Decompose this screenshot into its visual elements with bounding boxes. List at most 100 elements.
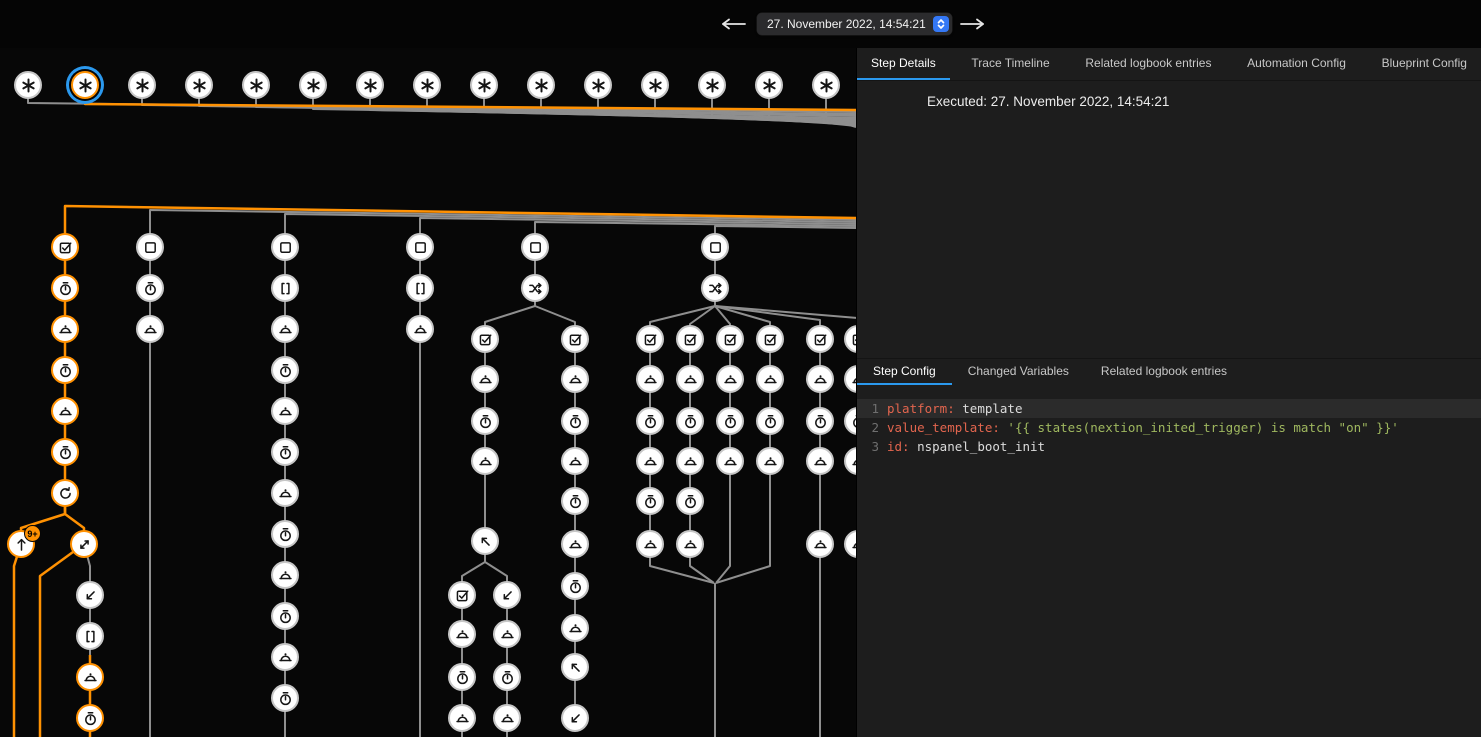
- node-condition[interactable]: [716, 325, 744, 353]
- node-trigger[interactable]: [356, 71, 384, 99]
- node-service[interactable]: [561, 447, 589, 475]
- node-trigger[interactable]: [185, 71, 213, 99]
- node-timer[interactable]: [271, 356, 299, 384]
- node-square[interactable]: [406, 233, 434, 261]
- node-trigger[interactable]: [584, 71, 612, 99]
- node-service[interactable]: [676, 365, 704, 393]
- node-trigger[interactable]: [128, 71, 156, 99]
- node-condition[interactable]: [51, 233, 79, 261]
- node-trigger[interactable]: [71, 71, 99, 99]
- node-service[interactable]: [448, 704, 476, 732]
- tab-trace-timeline[interactable]: Trace Timeline: [957, 48, 1063, 80]
- node-trigger[interactable]: [527, 71, 555, 99]
- node-service[interactable]: [471, 447, 499, 475]
- tab-step-details[interactable]: Step Details: [857, 48, 950, 80]
- node-trigger[interactable]: [413, 71, 441, 99]
- node-service[interactable]: [136, 315, 164, 343]
- subtab-related-logbook-entries[interactable]: Related logbook entries: [1085, 359, 1243, 385]
- node-service[interactable]: [51, 315, 79, 343]
- node-timer[interactable]: [493, 663, 521, 691]
- node-brackets[interactable]: [271, 274, 299, 302]
- node-timer[interactable]: [561, 407, 589, 435]
- tab-blueprint-config[interactable]: Blueprint Config: [1368, 48, 1481, 80]
- node-square[interactable]: [271, 233, 299, 261]
- node-service[interactable]: [271, 479, 299, 507]
- node-timer[interactable]: [471, 407, 499, 435]
- node-timer[interactable]: [51, 356, 79, 384]
- node-service[interactable]: [636, 447, 664, 475]
- node-timer[interactable]: [51, 438, 79, 466]
- trace-selector[interactable]: 27. November 2022, 14:54:21: [757, 13, 952, 35]
- node-condition[interactable]: [676, 325, 704, 353]
- node-service[interactable]: [636, 365, 664, 393]
- node-service[interactable]: [51, 397, 79, 425]
- tab-automation-config[interactable]: Automation Config: [1233, 48, 1360, 80]
- node-square[interactable]: [136, 233, 164, 261]
- node-arrow-ul[interactable]: [471, 527, 499, 555]
- node-brackets[interactable]: [76, 622, 104, 650]
- node-trigger[interactable]: [299, 71, 327, 99]
- node-trigger[interactable]: [755, 71, 783, 99]
- node-timer[interactable]: [716, 407, 744, 435]
- node-square[interactable]: [521, 233, 549, 261]
- node-service[interactable]: [493, 704, 521, 732]
- node-condition[interactable]: [636, 325, 664, 353]
- node-service[interactable]: [493, 620, 521, 648]
- node-timer[interactable]: [636, 407, 664, 435]
- node-repeat[interactable]: [51, 479, 79, 507]
- node-service[interactable]: [561, 530, 589, 558]
- node-timer[interactable]: [76, 704, 104, 732]
- node-service[interactable]: [561, 365, 589, 393]
- node-trigger[interactable]: [14, 71, 42, 99]
- node-service[interactable]: [471, 365, 499, 393]
- node-timer[interactable]: [676, 487, 704, 515]
- node-service[interactable]: [448, 620, 476, 648]
- node-trigger[interactable]: [641, 71, 669, 99]
- node-timer[interactable]: [806, 407, 834, 435]
- node-timer[interactable]: [271, 520, 299, 548]
- node-service[interactable]: [806, 365, 834, 393]
- node-service[interactable]: [271, 643, 299, 671]
- node-condition[interactable]: [471, 325, 499, 353]
- node-parallel[interactable]: [521, 274, 549, 302]
- node-brackets[interactable]: [406, 274, 434, 302]
- node-condition[interactable]: [448, 581, 476, 609]
- node-service[interactable]: [676, 530, 704, 558]
- node-service[interactable]: [806, 447, 834, 475]
- node-service[interactable]: [716, 447, 744, 475]
- node-trigger[interactable]: [242, 71, 270, 99]
- node-service[interactable]: [271, 561, 299, 589]
- node-timer[interactable]: [136, 274, 164, 302]
- node-timer[interactable]: [271, 438, 299, 466]
- node-timer[interactable]: [448, 663, 476, 691]
- node-service[interactable]: [756, 447, 784, 475]
- node-condition[interactable]: [756, 325, 784, 353]
- subtab-changed-variables[interactable]: Changed Variables: [952, 359, 1085, 385]
- next-trace-button[interactable]: [960, 18, 986, 30]
- node-arrow-dl[interactable]: [493, 581, 521, 609]
- node-parallel[interactable]: [701, 274, 729, 302]
- node-condition[interactable]: [561, 325, 589, 353]
- node-timer[interactable]: [51, 274, 79, 302]
- node-square[interactable]: [701, 233, 729, 261]
- node-timer[interactable]: [676, 407, 704, 435]
- node-timer[interactable]: [756, 407, 784, 435]
- subtab-step-config[interactable]: Step Config: [857, 359, 952, 385]
- node-service[interactable]: [676, 447, 704, 475]
- node-service[interactable]: [406, 315, 434, 343]
- node-service[interactable]: [561, 614, 589, 642]
- node-timer[interactable]: [561, 572, 589, 600]
- node-arrow-up[interactable]: 9+: [7, 530, 35, 558]
- node-arrow-dl[interactable]: [76, 581, 104, 609]
- node-service[interactable]: [636, 530, 664, 558]
- node-service[interactable]: [271, 397, 299, 425]
- node-trigger[interactable]: [470, 71, 498, 99]
- node-arrow-dl[interactable]: [561, 704, 589, 732]
- node-split[interactable]: [70, 530, 98, 558]
- tab-related-logbook-entries[interactable]: Related logbook entries: [1071, 48, 1225, 80]
- node-timer[interactable]: [636, 487, 664, 515]
- node-service[interactable]: [716, 365, 744, 393]
- node-condition[interactable]: [806, 325, 834, 353]
- previous-trace-button[interactable]: [720, 18, 746, 30]
- node-trigger[interactable]: [698, 71, 726, 99]
